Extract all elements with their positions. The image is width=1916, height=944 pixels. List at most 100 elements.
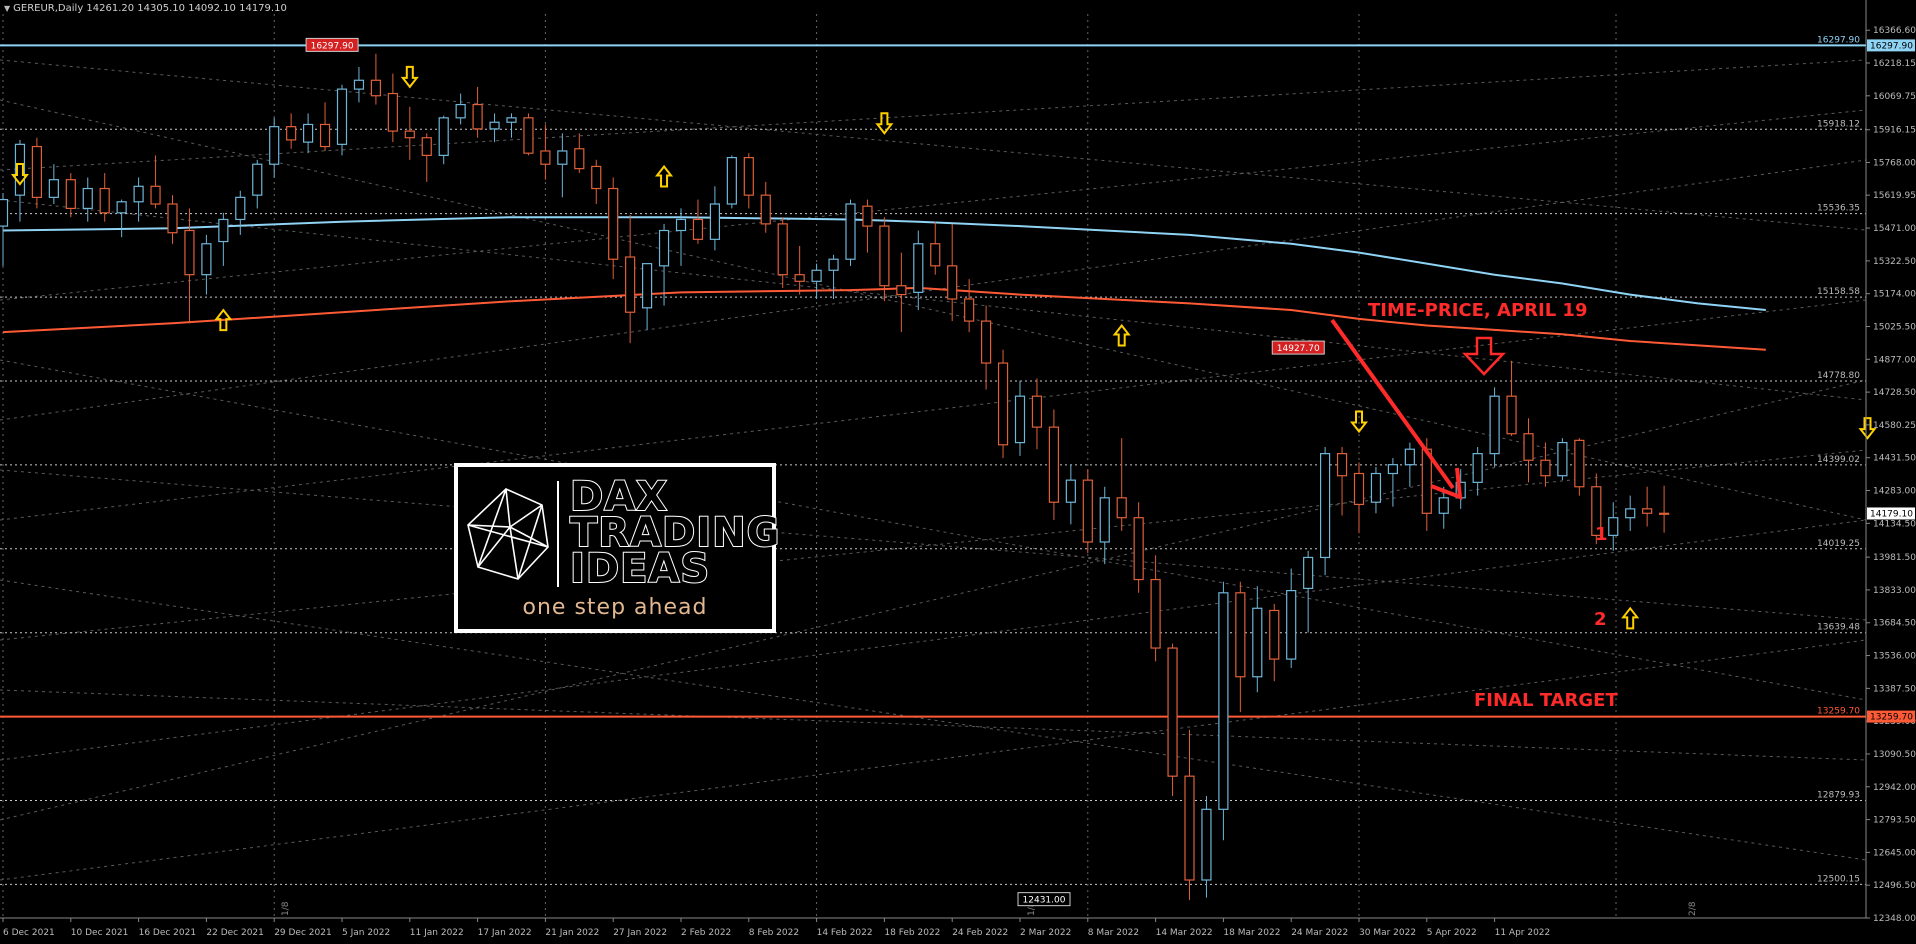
fan-line: [0, 579, 1867, 861]
price-tick-label: 13981.50: [1873, 553, 1916, 563]
level-label: 16297.90: [1817, 35, 1860, 45]
collapse-triangle-icon[interactable]: ▼: [4, 4, 10, 13]
price-tick-label: 15025.50: [1873, 322, 1916, 332]
candle-body: [353, 79, 365, 90]
candle-body: [201, 243, 212, 276]
price-tick-label: 15619.95: [1873, 191, 1916, 201]
level-label: 13259.70: [1817, 707, 1860, 717]
price-tick-label: 16366.60: [1873, 26, 1916, 36]
candle-body: [252, 163, 263, 196]
time-axis: 6 Dec 2021 10 Dec 2021 16 Dec 2021 22 Dec 2…: [0, 917, 1866, 938]
time-tick-label: 22 Dec 2021: [206, 928, 264, 938]
fan-line: [0, 109, 1867, 301]
time-tick-label: 5 Apr 2022: [1427, 928, 1477, 938]
candle-body: [269, 126, 280, 165]
candle-body: [489, 121, 500, 130]
level-label: 12879.93: [1817, 790, 1860, 800]
candle-body: [1608, 517, 1619, 536]
time-tick-label: 2 Feb 2022: [681, 928, 731, 938]
price-tick-label: 12496.50: [1873, 881, 1916, 891]
time-price-label: TIME-PRICE, APRIL 19: [1368, 300, 1588, 321]
price-tick-label: 14134.50: [1873, 519, 1916, 529]
candle-body: [896, 285, 907, 296]
target-level-1-label: 1: [1595, 524, 1608, 545]
time-tick-label: 8 Mar 2022: [1088, 928, 1139, 938]
candle-body: [370, 79, 381, 97]
time-tick-label: 18 Feb 2022: [884, 928, 940, 938]
candle-body: [997, 362, 1009, 446]
candle-body: [387, 92, 398, 132]
candle-body: [99, 187, 110, 214]
candle-body: [1319, 453, 1331, 559]
price-tick-label: 15174.00: [1873, 290, 1916, 300]
price-tick-label: 15916.15: [1873, 126, 1916, 136]
arrow-marker: [1621, 606, 1640, 630]
time-tick-label: 27 Jan 2022: [613, 928, 667, 938]
candle-body: [1574, 439, 1585, 488]
target-level-2-label: 2: [1594, 609, 1607, 630]
candle-body: [811, 269, 822, 282]
candle-body: [1489, 395, 1500, 455]
level-axis-tag-text: 16297.90: [1870, 41, 1913, 51]
vertical-marker-label: 1/8: [281, 901, 291, 916]
time-tick-label: 5 Jan 2022: [342, 928, 390, 938]
candle-body: [1353, 472, 1365, 506]
candle-body: [1438, 497, 1449, 514]
candle-body: [1286, 589, 1297, 660]
candle-body: [218, 218, 229, 243]
fan-line: [0, 519, 1867, 761]
candle-body: [1336, 453, 1348, 477]
candle-body: [1014, 395, 1026, 444]
time-tick-label: 30 Mar 2022: [1359, 928, 1416, 938]
candle-body: [709, 203, 721, 240]
level-label: 15536.35: [1817, 204, 1860, 214]
candle-body: [1031, 395, 1043, 428]
level-label: 14399.02: [1817, 455, 1860, 465]
candle-body: [760, 194, 771, 225]
candle-body: [1523, 433, 1534, 461]
candle-body: [625, 256, 636, 313]
brand-logo: DAX TRADING IDEAS one step ahead: [454, 463, 780, 633]
candle-body: [980, 320, 992, 364]
logo-word-ideas: IDEAS: [569, 546, 711, 592]
price-tick-label: 12348.00: [1873, 914, 1916, 924]
price-tick-label: 14728.50: [1873, 388, 1916, 398]
time-tick-label: 29 Dec 2021: [274, 928, 332, 938]
level-label: 15158.58: [1817, 287, 1860, 297]
candle-body: [31, 145, 43, 198]
candle-body: [523, 117, 534, 154]
price-tick-label: 13833.00: [1873, 586, 1916, 596]
horizontal-levels: 16297.90 15918.12 15536.35 15158.58 14778.80…: [0, 35, 1866, 885]
time-tick-label: 18 Mar 2022: [1223, 928, 1280, 938]
level-label: 15918.12: [1817, 119, 1860, 129]
logo-tagline: one step ahead: [522, 595, 708, 620]
fan-line: [0, 59, 1867, 231]
candle-body: [540, 150, 551, 165]
candle-body: [1082, 479, 1093, 543]
price-label-text: 12431.00: [1023, 896, 1066, 906]
candle-body: [421, 137, 432, 156]
candle-body: [794, 274, 805, 282]
candle-body: [404, 130, 415, 139]
time-tick-label: 17 Jan 2022: [478, 928, 532, 938]
fan-line: [0, 469, 1867, 621]
price-chart: 16297.90 15918.12 15536.35 15158.58 14778.80…: [0, 0, 1916, 938]
candle-body: [184, 229, 195, 276]
price-tick-label: 13090.50: [1873, 750, 1916, 760]
candle-body: [964, 298, 975, 322]
arrow-marker: [655, 164, 674, 188]
price-tick-label: 15471.00: [1873, 224, 1916, 234]
candle-body: [455, 103, 466, 119]
candle-body: [1133, 517, 1144, 581]
candle-body: [65, 179, 76, 210]
candle-body: [743, 156, 754, 196]
candle-body: [591, 165, 602, 190]
candle-body: [913, 243, 924, 293]
candle-body: [879, 225, 890, 287]
fan-lines: [0, 59, 1867, 881]
candle-body: [1201, 808, 1212, 881]
candle-body: [472, 103, 483, 130]
time-tick-label: 21 Jan 2022: [545, 928, 599, 938]
candle-body: [1540, 459, 1551, 477]
final-target-label: FINAL TARGET: [1474, 690, 1618, 711]
